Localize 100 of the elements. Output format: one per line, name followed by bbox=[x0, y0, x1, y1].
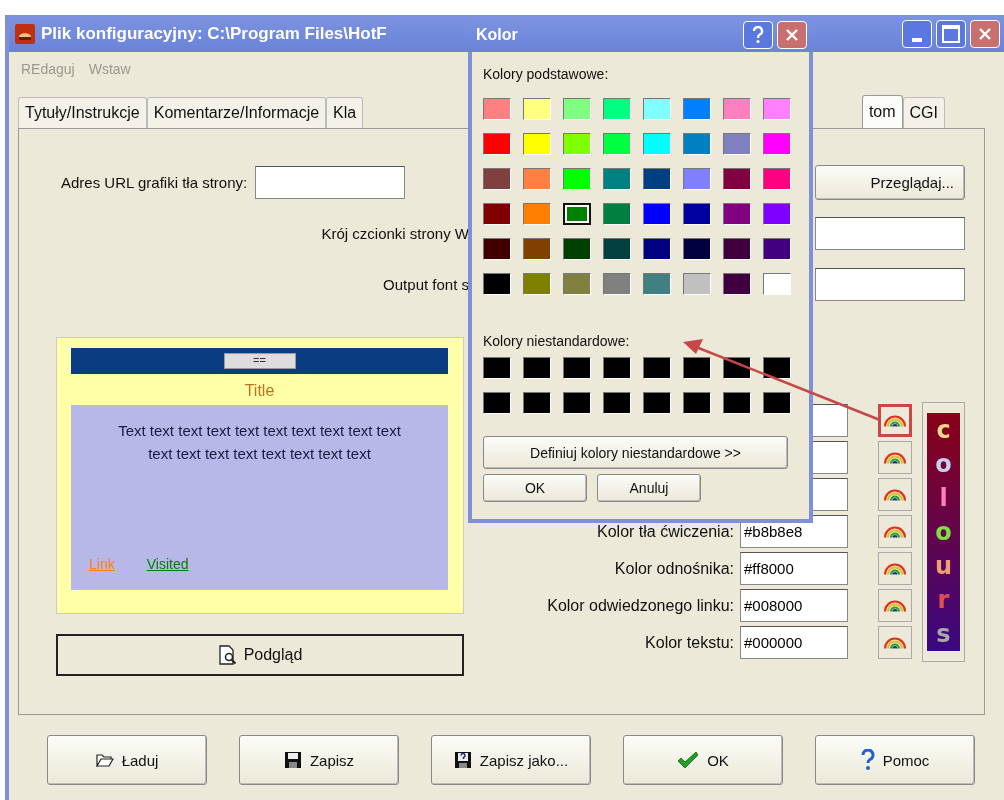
color-swatch[interactable] bbox=[483, 238, 511, 260]
color-swatch[interactable] bbox=[603, 273, 631, 295]
url-field[interactable] bbox=[255, 166, 406, 199]
color-swatch[interactable] bbox=[763, 133, 791, 155]
color-swatch[interactable] bbox=[763, 98, 791, 120]
color-swatch[interactable] bbox=[683, 238, 711, 260]
color-swatch[interactable] bbox=[483, 392, 511, 414]
color-field[interactable]: #008000 bbox=[740, 589, 848, 622]
color-swatch[interactable] bbox=[643, 357, 671, 379]
dialog-button[interactable]: Ładuj bbox=[47, 735, 207, 785]
dialog-button[interactable]: OK bbox=[623, 735, 783, 785]
dialog-button[interactable]: Pomoc bbox=[815, 735, 975, 785]
color-swatch[interactable] bbox=[523, 357, 551, 379]
maximize-button[interactable] bbox=[936, 19, 966, 48]
ok-button[interactable]: OK bbox=[483, 474, 587, 502]
color-swatch[interactable] bbox=[763, 168, 791, 190]
color-swatch[interactable] bbox=[763, 392, 791, 414]
tab[interactable]: Kla bbox=[326, 97, 364, 128]
color-swatch[interactable] bbox=[763, 238, 791, 260]
color-swatch[interactable] bbox=[563, 273, 591, 295]
color-swatch[interactable] bbox=[683, 203, 711, 225]
color-swatch[interactable] bbox=[723, 238, 751, 260]
color-swatch[interactable] bbox=[683, 357, 711, 379]
tab[interactable]: CGI bbox=[902, 97, 945, 128]
color-swatch[interactable] bbox=[603, 238, 631, 260]
color-swatch[interactable] bbox=[683, 273, 711, 295]
dialog-button[interactable]: Zapisz bbox=[239, 735, 399, 785]
color-swatch[interactable] bbox=[763, 357, 791, 379]
color-picker-button[interactable] bbox=[878, 441, 912, 474]
dialog-title: Kolor bbox=[476, 26, 518, 44]
color-picker-button[interactable] bbox=[878, 478, 912, 511]
color-swatch[interactable] bbox=[683, 168, 711, 190]
browse-button[interactable]: Przeglądaj... bbox=[815, 165, 965, 200]
color-swatch[interactable] bbox=[523, 168, 551, 190]
color-picker-button[interactable] bbox=[878, 589, 912, 622]
color-swatch[interactable] bbox=[643, 203, 671, 225]
color-field[interactable]: #ff8000 bbox=[740, 552, 848, 585]
color-swatch[interactable] bbox=[563, 168, 591, 190]
minimize-button[interactable] bbox=[902, 19, 932, 48]
color-swatch[interactable] bbox=[483, 273, 511, 295]
color-swatch[interactable] bbox=[523, 392, 551, 414]
color-swatch[interactable] bbox=[483, 203, 511, 225]
color-swatch[interactable] bbox=[643, 238, 671, 260]
dialog-button[interactable]: Zapisz jako... bbox=[431, 735, 591, 785]
color-swatch[interactable] bbox=[643, 98, 671, 120]
color-swatch[interactable] bbox=[683, 133, 711, 155]
close-button[interactable] bbox=[777, 21, 807, 49]
cancel-button[interactable]: Anuluj bbox=[597, 474, 701, 502]
color-swatch[interactable] bbox=[603, 357, 631, 379]
font-size-field[interactable] bbox=[815, 268, 965, 301]
color-swatch[interactable] bbox=[723, 203, 751, 225]
color-swatch[interactable] bbox=[483, 98, 511, 120]
field-label: Kolor tekstu: bbox=[645, 633, 734, 652]
color-picker-button[interactable] bbox=[878, 626, 912, 659]
color-picker-button[interactable] bbox=[878, 515, 912, 548]
color-swatch[interactable] bbox=[563, 238, 591, 260]
window-title: Plik konfiguracyjny: C:\Program Files\HotF bbox=[41, 23, 387, 44]
color-swatch[interactable] bbox=[723, 133, 751, 155]
close-button[interactable] bbox=[970, 19, 1000, 48]
color-swatch[interactable] bbox=[643, 133, 671, 155]
color-swatch[interactable] bbox=[603, 203, 631, 225]
color-swatch[interactable] bbox=[723, 392, 751, 414]
color-swatch[interactable] bbox=[563, 203, 591, 225]
color-swatch[interactable] bbox=[523, 203, 551, 225]
color-swatch[interactable] bbox=[603, 168, 631, 190]
color-swatch[interactable] bbox=[643, 273, 671, 295]
color-swatch[interactable] bbox=[603, 98, 631, 120]
color-swatch[interactable] bbox=[483, 133, 511, 155]
color-swatch[interactable] bbox=[523, 238, 551, 260]
color-swatch[interactable] bbox=[563, 392, 591, 414]
font-field[interactable] bbox=[815, 217, 965, 250]
color-picker-button[interactable] bbox=[878, 552, 912, 585]
color-swatch[interactable] bbox=[643, 168, 671, 190]
color-swatch[interactable] bbox=[763, 273, 791, 295]
color-swatch[interactable] bbox=[523, 133, 551, 155]
color-swatch[interactable] bbox=[563, 357, 591, 379]
color-swatch[interactable] bbox=[523, 98, 551, 120]
tab[interactable]: Tytuły/Instrukcje bbox=[18, 97, 147, 128]
help-button[interactable] bbox=[743, 21, 773, 49]
color-swatch[interactable] bbox=[683, 392, 711, 414]
color-swatch[interactable] bbox=[603, 392, 631, 414]
color-swatch[interactable] bbox=[563, 133, 591, 155]
preview-button[interactable]: Podgląd bbox=[56, 634, 464, 676]
tab[interactable]: tom bbox=[861, 95, 903, 128]
color-swatch[interactable] bbox=[483, 168, 511, 190]
logo-letter: r bbox=[937, 588, 950, 612]
color-swatch[interactable] bbox=[523, 273, 551, 295]
color-swatch[interactable] bbox=[563, 98, 591, 120]
color-swatch[interactable] bbox=[723, 168, 751, 190]
tab[interactable]: Komentarze/Informacje bbox=[146, 97, 327, 128]
color-swatch[interactable] bbox=[723, 98, 751, 120]
color-swatch[interactable] bbox=[483, 357, 511, 379]
color-picker-button[interactable] bbox=[878, 404, 912, 437]
define-custom-colors-button[interactable]: Definiuj kolory niestandardowe >> bbox=[483, 436, 788, 469]
color-swatch[interactable] bbox=[643, 392, 671, 414]
color-field[interactable]: #000000 bbox=[740, 626, 848, 659]
color-swatch[interactable] bbox=[683, 98, 711, 120]
color-swatch[interactable] bbox=[763, 203, 791, 225]
color-swatch[interactable] bbox=[603, 133, 631, 155]
color-swatch[interactable] bbox=[723, 273, 751, 295]
